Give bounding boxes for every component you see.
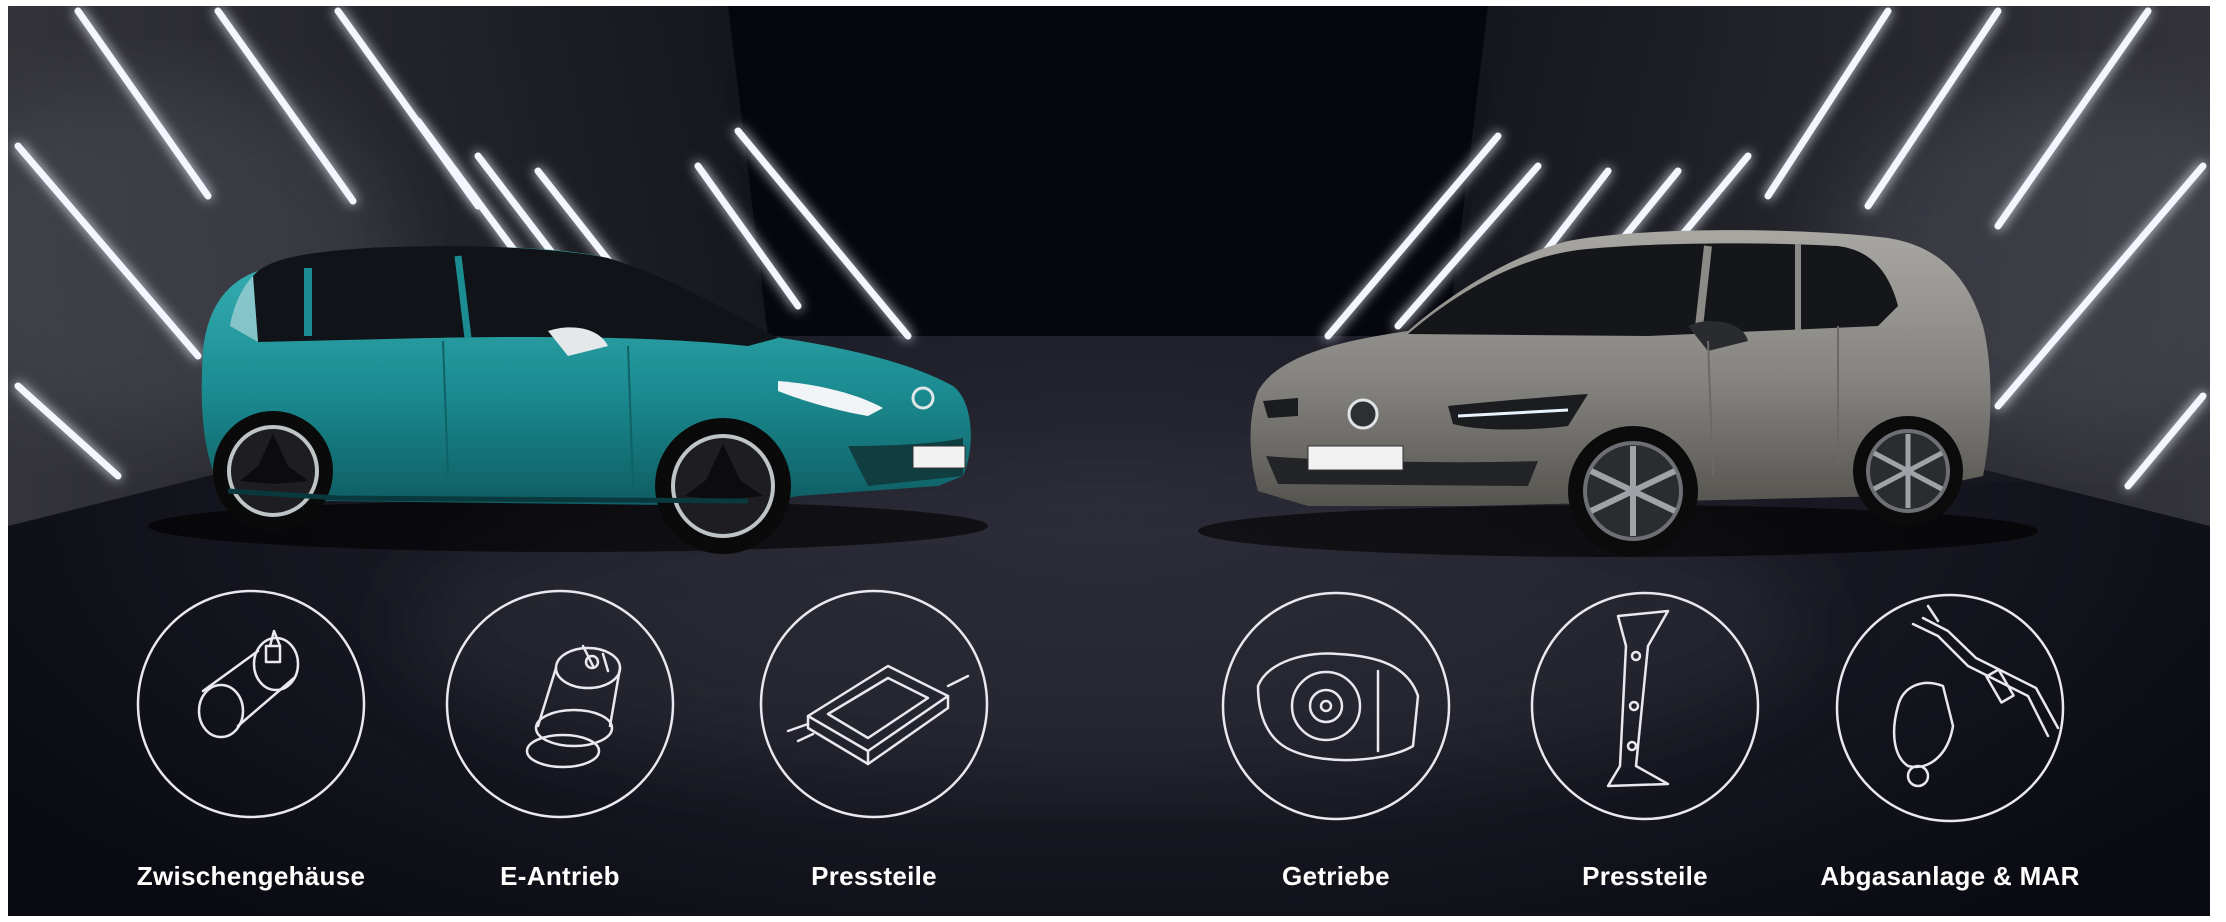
label-pressteile-left: Pressteile <box>811 861 937 891</box>
showcase-panel: Zwischengehäuse E-Antrieb Pressteile Get… <box>8 6 2210 916</box>
label-abgasanlage-mar: Abgasanlage & MAR <box>1820 861 2080 891</box>
label-pressteile-right: Pressteile <box>1582 861 1708 891</box>
label-zwischengehaeuse: Zwischengehäuse <box>136 861 366 891</box>
label-getriebe: Getriebe <box>1282 861 1390 891</box>
label-e-antrieb: E-Antrieb <box>500 861 620 891</box>
component-labels: Zwischengehäuse E-Antrieb Pressteile Get… <box>8 6 2210 916</box>
